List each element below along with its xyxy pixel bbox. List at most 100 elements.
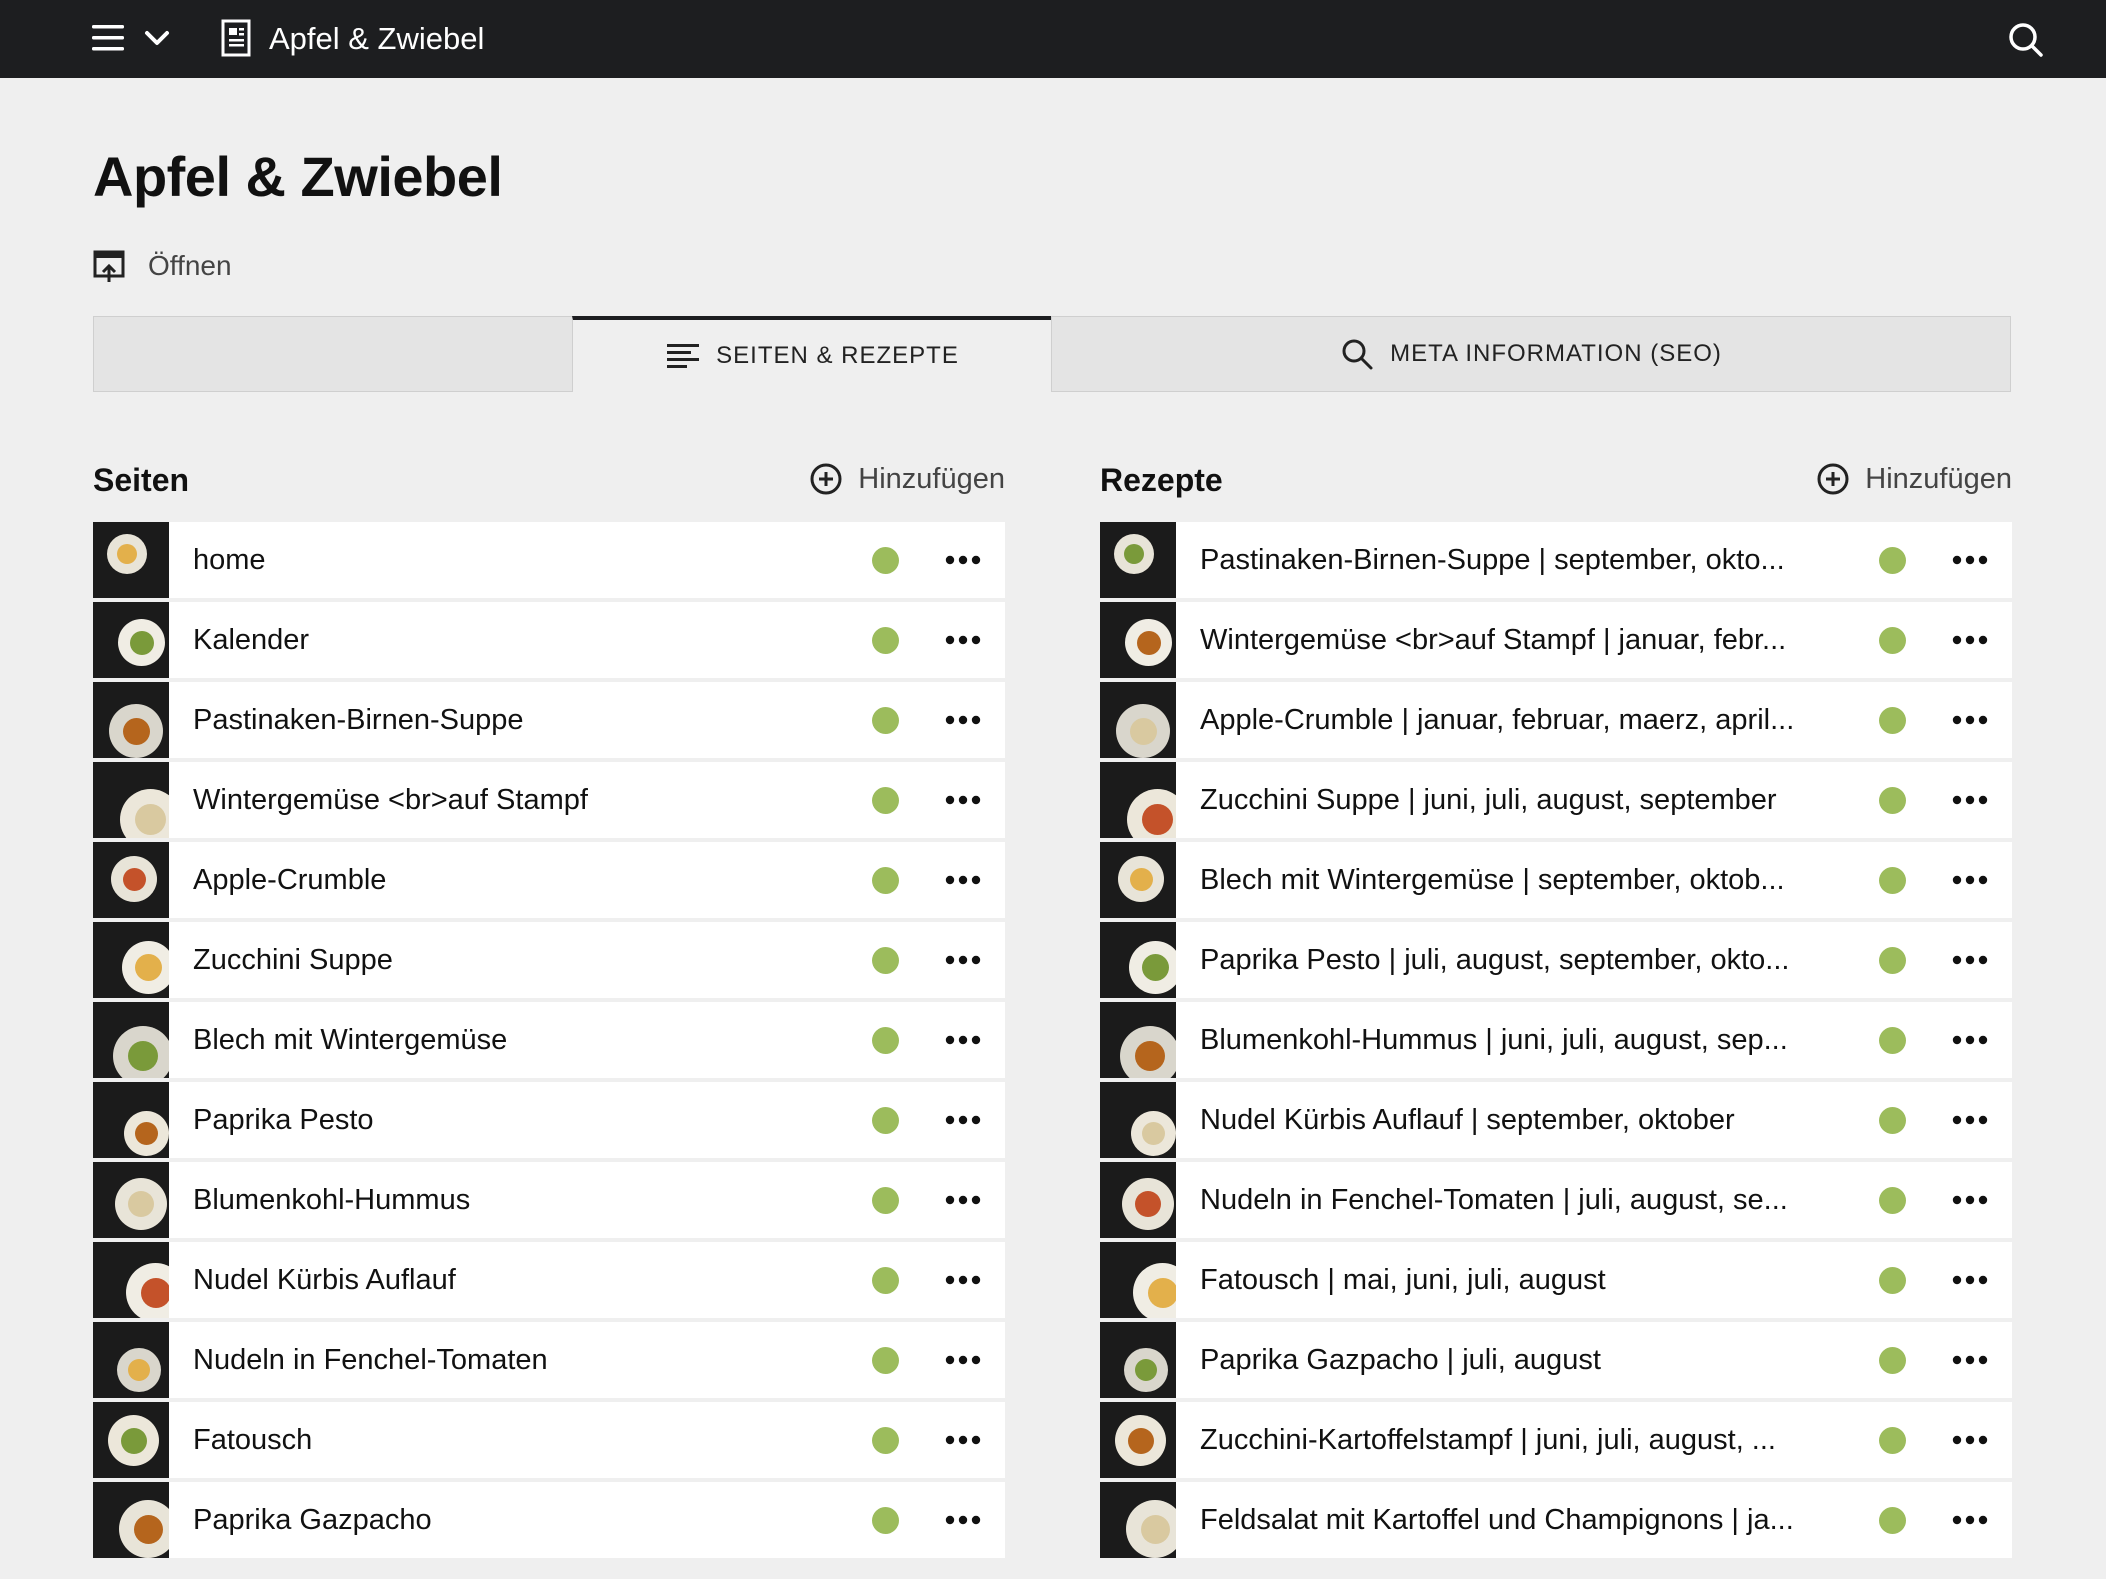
list-item-label: Zucchini Suppe	[193, 944, 393, 976]
more-options-icon[interactable]	[943, 1504, 983, 1536]
more-options-icon[interactable]	[943, 1104, 983, 1136]
list-item-label: Blech mit Wintergemüse | september, okto…	[1200, 864, 1785, 896]
seiten-add-button[interactable]: Hinzufügen	[809, 462, 1005, 496]
status-dot	[1879, 1187, 1906, 1214]
tab-empty[interactable]	[93, 316, 573, 392]
more-options-icon[interactable]	[943, 1024, 983, 1056]
thumbnail-image	[93, 1242, 169, 1318]
list-item[interactable]: Nudel Kürbis Auflauf | september, oktobe…	[1100, 1082, 2012, 1158]
list-item[interactable]: Fatousch	[93, 1402, 1005, 1478]
more-options-icon[interactable]	[943, 1264, 983, 1296]
list-item[interactable]: Nudeln in Fenchel-Tomaten	[93, 1322, 1005, 1398]
more-options-icon[interactable]	[1950, 784, 1990, 816]
list-item-label: Nudeln in Fenchel-Tomaten	[193, 1344, 548, 1376]
more-options-icon[interactable]	[1950, 544, 1990, 576]
thumbnail-image	[93, 1402, 169, 1478]
list-item-label: Pastinaken-Birnen-Suppe | september, okt…	[1200, 544, 1785, 576]
list-item-label: Fatousch	[193, 1424, 313, 1456]
list-item[interactable]: Zucchini Suppe	[93, 922, 1005, 998]
thumbnail-image	[93, 1002, 169, 1078]
list-item[interactable]: Blumenkohl-Hummus	[93, 1162, 1005, 1238]
thumbnail-image	[93, 842, 169, 918]
list-item-label: Apple-Crumble	[193, 864, 387, 896]
more-options-icon[interactable]	[1950, 1344, 1990, 1376]
list-item-label: Blumenkohl-Hummus | juni, juli, august, …	[1200, 1024, 1788, 1056]
status-dot	[872, 547, 899, 574]
list-item[interactable]: Apple-Crumble	[93, 842, 1005, 918]
tab-seiten-rezepte[interactable]: SEITEN & REZEPTE	[572, 316, 1053, 392]
list-item[interactable]: Zucchini Suppe | juni, juli, august, sep…	[1100, 762, 2012, 838]
status-dot	[872, 1427, 899, 1454]
search-icon[interactable]	[2004, 18, 2048, 62]
list-item[interactable]: Blech mit Wintergemüse	[93, 1002, 1005, 1078]
more-options-icon[interactable]	[943, 1344, 983, 1376]
list-item[interactable]: Wintergemüse <br>auf Stampf	[93, 762, 1005, 838]
list-item[interactable]: Paprika Pesto | juli, august, september,…	[1100, 922, 2012, 998]
thumbnail-image	[93, 682, 169, 758]
status-dot	[1879, 947, 1906, 974]
more-options-icon[interactable]	[1950, 944, 1990, 976]
list-item[interactable]: Wintergemüse <br>auf Stampf | januar, fe…	[1100, 602, 2012, 678]
page-title: Apfel & Zwiebel	[93, 145, 503, 208]
tab-meta-information[interactable]: META INFORMATION (SEO)	[1051, 316, 2011, 392]
list-item[interactable]: home	[93, 522, 1005, 598]
chevron-down-icon[interactable]	[140, 20, 174, 56]
more-options-icon[interactable]	[1950, 1024, 1990, 1056]
tab-meta-information-label: META INFORMATION (SEO)	[1390, 340, 1722, 367]
list-item[interactable]: Blech mit Wintergemüse | september, okto…	[1100, 842, 2012, 918]
open-button[interactable]: Öffnen	[92, 246, 232, 286]
more-options-icon[interactable]	[1950, 1504, 1990, 1536]
rezepte-panel: Rezepte Hinzufügen Pastinaken-Birnen-Sup…	[1100, 452, 2012, 1562]
status-dot	[1879, 627, 1906, 654]
thumbnail-image	[93, 1162, 169, 1238]
hamburger-menu-icon[interactable]	[88, 18, 128, 58]
list-item[interactable]: Nudel Kürbis Auflauf	[93, 1242, 1005, 1318]
list-item[interactable]: Zucchini-Kartoffelstampf | juni, juli, a…	[1100, 1402, 2012, 1478]
list-item[interactable]: Apple-Crumble | januar, februar, maerz, …	[1100, 682, 2012, 758]
rezepte-add-label: Hinzufügen	[1865, 462, 2012, 495]
list-item[interactable]: Paprika Gazpacho	[93, 1482, 1005, 1558]
more-options-icon[interactable]	[943, 704, 983, 736]
open-label: Öffnen	[148, 250, 232, 281]
thumbnail-image	[93, 1322, 169, 1398]
more-options-icon[interactable]	[943, 544, 983, 576]
thumbnail-image	[93, 1082, 169, 1158]
more-options-icon[interactable]	[1950, 704, 1990, 736]
more-options-icon[interactable]	[1950, 1184, 1990, 1216]
more-options-icon[interactable]	[1950, 1104, 1990, 1136]
list-item[interactable]: Pastinaken-Birnen-Suppe	[93, 682, 1005, 758]
more-options-icon[interactable]	[1950, 864, 1990, 896]
list-item[interactable]: Paprika Pesto	[93, 1082, 1005, 1158]
list-item[interactable]: Kalender	[93, 602, 1005, 678]
more-options-icon[interactable]	[943, 944, 983, 976]
list-item[interactable]: Fatousch | mai, juni, juli, august	[1100, 1242, 2012, 1318]
status-dot	[872, 1107, 899, 1134]
status-dot	[1879, 1427, 1906, 1454]
more-options-icon[interactable]	[1950, 624, 1990, 656]
thumbnail-image	[1100, 1082, 1176, 1158]
thumbnail-image	[1100, 602, 1176, 678]
list-item[interactable]: Blumenkohl-Hummus | juni, juli, august, …	[1100, 1002, 2012, 1078]
more-options-icon[interactable]	[1950, 1264, 1990, 1296]
thumbnail-image	[93, 762, 169, 838]
list-item-label: Apple-Crumble | januar, februar, maerz, …	[1200, 704, 1795, 736]
rezepte-header: Rezepte Hinzufügen	[1100, 452, 2012, 522]
status-dot	[872, 1187, 899, 1214]
status-dot	[872, 1347, 899, 1374]
more-options-icon[interactable]	[943, 864, 983, 896]
list-item[interactable]: Paprika Gazpacho | juli, august	[1100, 1322, 2012, 1398]
list-item[interactable]: Pastinaken-Birnen-Suppe | september, okt…	[1100, 522, 2012, 598]
more-options-icon[interactable]	[943, 1424, 983, 1456]
seiten-list: home Kalender Pastinaken-Birnen-Suppe Winte…	[93, 522, 1005, 1558]
more-options-icon[interactable]	[943, 784, 983, 816]
list-icon	[667, 344, 700, 368]
more-options-icon[interactable]	[943, 1184, 983, 1216]
list-item[interactable]: Feldsalat mit Kartoffel und Champignons …	[1100, 1482, 2012, 1558]
status-dot	[872, 1267, 899, 1294]
list-item-label: Pastinaken-Birnen-Suppe	[193, 704, 524, 736]
more-options-icon[interactable]	[1950, 1424, 1990, 1456]
more-options-icon[interactable]	[943, 624, 983, 656]
list-item[interactable]: Nudeln in Fenchel-Tomaten | juli, august…	[1100, 1162, 2012, 1238]
plus-circle-icon	[1817, 463, 1849, 495]
rezepte-add-button[interactable]: Hinzufügen	[1816, 462, 2012, 496]
